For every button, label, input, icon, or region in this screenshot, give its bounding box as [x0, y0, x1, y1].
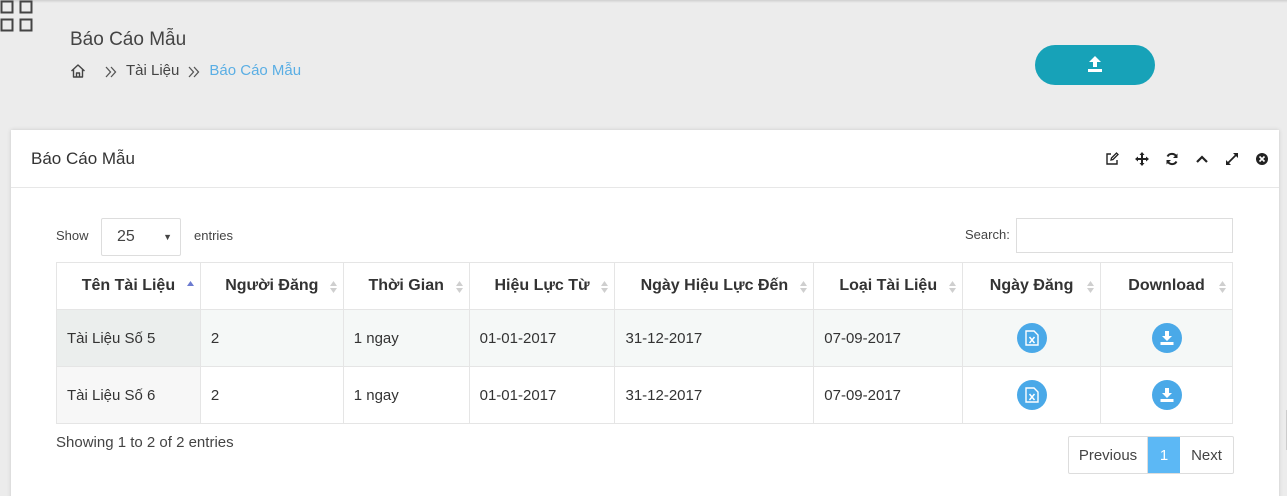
table-header-row: Tên Tài Liệu Người Đăng Thời Gian Hiệu L…: [56, 262, 1233, 310]
cell-document-type: 07-09-2017: [813, 366, 964, 424]
entries-label: entries: [194, 228, 234, 243]
download-icon: [1160, 331, 1173, 345]
cell-duration: 1 ngay: [342, 309, 470, 367]
column-header-loai-tai-lieu[interactable]: Loại Tài Liệu: [813, 262, 964, 310]
cell-document-name: Tài Liệu Số 6: [56, 366, 201, 424]
breadcrumb-item-current: Báo Cáo Mẫu: [209, 62, 302, 79]
sort-ascending-icon: [186, 280, 194, 294]
page-length-select[interactable]: 25 ▼: [101, 218, 181, 256]
close-icon[interactable]: [1247, 150, 1277, 168]
cell-post-date: [962, 366, 1102, 424]
upload-button[interactable]: [1035, 45, 1155, 85]
search-label: Search:: [965, 227, 1010, 242]
apps-grid-icon[interactable]: [0, 0, 34, 32]
column-header-thoi-gian[interactable]: Thời Gian: [342, 262, 470, 310]
cell-valid-from: 01-01-2017: [468, 309, 616, 367]
excel-file-icon: [1024, 330, 1039, 346]
page-title: Báo Cáo Mẫu: [70, 29, 187, 50]
search-input[interactable]: [1016, 218, 1233, 253]
excel-file-icon: [1024, 387, 1039, 403]
cell-valid-to: 31-12-2017: [614, 366, 815, 424]
column-header-hieu-luc-tu[interactable]: Hiệu Lực Từ: [468, 262, 616, 310]
home-icon[interactable]: [70, 63, 86, 79]
table-info: Showing 1 to 2 of 2 entries: [56, 434, 234, 451]
pagination: Previous 1 Next: [1068, 436, 1234, 474]
sort-both-icon: [1087, 280, 1095, 294]
upload-icon: [1086, 55, 1104, 76]
table-row: Tài Liệu Số 5 2 1 ngay 01-01-2017 31-12-…: [56, 309, 1233, 367]
cell-download: [1100, 309, 1233, 367]
cell-valid-from: 01-01-2017: [468, 366, 616, 424]
column-header-ngay-dang[interactable]: Ngày Đăng: [962, 262, 1102, 310]
column-header-ten-tai-lieu[interactable]: Tên Tài Liệu: [56, 262, 201, 310]
refresh-icon[interactable]: [1157, 150, 1187, 168]
download-button[interactable]: [1151, 380, 1182, 410]
panel-header: Báo Cáo Mẫu: [11, 130, 1279, 188]
column-header-nguoi-dang[interactable]: Người Đăng: [199, 262, 344, 310]
double-chevron-right-icon: [105, 65, 117, 77]
sort-both-icon: [1219, 280, 1226, 294]
cell-duration: 1 ngay: [342, 366, 470, 424]
cell-post-date: [962, 309, 1102, 367]
expand-icon[interactable]: [1217, 150, 1247, 168]
sort-both-icon: [329, 280, 337, 294]
column-header-download[interactable]: Download: [1100, 262, 1233, 310]
breadcrumb: Tài Liệu Báo Cáo Mẫu: [70, 62, 301, 79]
table-row: Tài Liệu Số 6 2 1 ngay 01-01-2017 31-12-…: [56, 366, 1233, 424]
caret-down-icon: ▼: [163, 232, 172, 242]
download-icon: [1160, 388, 1173, 402]
document-panel: Báo Cáo Mẫu Show 25 ▼ entries Search: Tê…: [11, 130, 1279, 496]
sort-both-icon: [949, 280, 957, 294]
move-icon[interactable]: [1127, 150, 1157, 168]
sort-both-icon: [601, 280, 609, 294]
edit-icon[interactable]: [1097, 150, 1127, 168]
breadcrumb-item-tai-lieu[interactable]: Tài Liệu: [126, 62, 179, 79]
download-button[interactable]: [1151, 323, 1182, 353]
collapse-icon[interactable]: [1187, 150, 1217, 168]
page-button-current[interactable]: 1: [1148, 437, 1180, 473]
show-label: Show: [56, 228, 89, 243]
cell-poster: 2: [199, 309, 344, 367]
column-header-ngay-hieu-luc-den[interactable]: Ngày Hiệu Lực Đến: [614, 262, 815, 310]
cell-document-type: 07-09-2017: [813, 309, 964, 367]
sort-both-icon: [800, 280, 808, 294]
page-length-value: 25: [117, 228, 135, 245]
previous-page-button[interactable]: Previous: [1069, 437, 1148, 473]
cell-document-name: Tài Liệu Số 5: [56, 309, 201, 367]
sort-both-icon: [455, 280, 463, 294]
excel-file-button[interactable]: [1016, 323, 1047, 353]
panel-title: Báo Cáo Mẫu: [31, 148, 135, 168]
panel-tools: [1097, 150, 1277, 168]
double-chevron-right-icon: [188, 65, 200, 77]
cell-poster: 2: [199, 366, 344, 424]
documents-table: Tên Tài Liệu Người Đăng Thời Gian Hiệu L…: [56, 262, 1233, 424]
cell-valid-to: 31-12-2017: [614, 309, 815, 367]
cell-download: [1100, 366, 1233, 424]
next-page-button[interactable]: Next: [1180, 437, 1233, 473]
top-shadow: [0, 0, 1287, 3]
scrollbar-edge: [1282, 410, 1287, 450]
excel-file-button[interactable]: [1016, 380, 1047, 410]
